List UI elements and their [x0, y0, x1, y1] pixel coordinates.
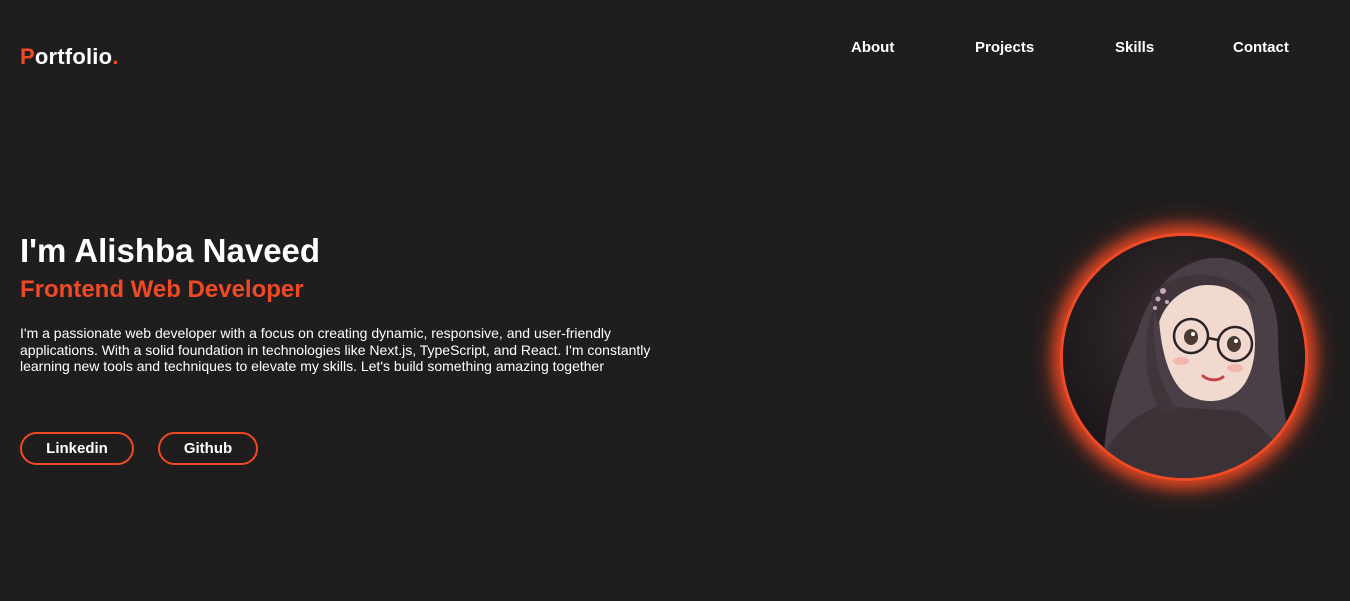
linkedin-button[interactable]: Linkedin [20, 432, 134, 465]
nav-link-skills[interactable]: Skills [1115, 39, 1154, 56]
nav-link-about[interactable]: About [851, 39, 894, 56]
hero-name: I'm Alishba Naveed [20, 232, 321, 269]
avatar-illustration [1063, 236, 1305, 478]
hero-role: Frontend Web Developer [20, 276, 304, 303]
hero-description: I'm a passionate web developer with a fo… [20, 325, 651, 374]
profile-avatar [1060, 233, 1308, 481]
main-nav: About Projects Skills Contact [0, 39, 1350, 59]
nav-link-projects[interactable]: Projects [975, 39, 1034, 56]
nav-link-contact[interactable]: Contact [1233, 39, 1289, 56]
portfolio-page: Portfolio. About Projects Skills Contact… [0, 0, 1350, 601]
github-button[interactable]: Github [158, 432, 258, 465]
